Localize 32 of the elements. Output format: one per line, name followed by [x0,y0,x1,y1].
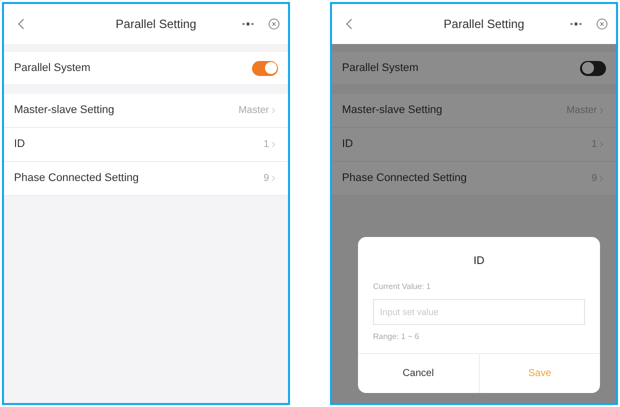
row-value: Master [238,104,269,118]
current-value-text: Current Value: 1 [373,281,432,293]
setting-row[interactable]: Master-slave Setting Master [4,94,288,128]
chevron-right-icon [597,174,606,183]
more-icon[interactable] [570,22,582,26]
dialog-title: ID [474,254,484,268]
screen-title: Parallel Setting [116,16,196,33]
row-label: Master-slave Setting [342,103,442,118]
toggle-switch[interactable] [252,60,278,76]
row-label: ID [14,137,25,152]
setting-row[interactable]: Phase Connected Setting 9 [4,162,288,196]
cancel-button[interactable]: Cancel [358,354,478,393]
row-label: ID [342,137,353,152]
row-value: 9 [263,172,269,186]
screen-title: Parallel Setting [444,16,524,33]
toggle-switch[interactable] [580,60,606,76]
row-label: Phase Connected Setting [14,171,139,186]
close-icon[interactable] [596,18,608,30]
chevron-right-icon [269,174,278,183]
row-label: Master-slave Setting [14,103,114,118]
row-label: Parallel System [342,60,418,76]
more-icon[interactable] [242,22,254,26]
row-label: Parallel System [14,60,90,76]
close-icon[interactable] [268,18,280,30]
row-value: 1 [263,138,269,152]
chevron-right-icon [269,106,278,115]
chevron-right-icon [269,140,278,149]
range-text: Range: 1 ~ 6 [373,331,420,343]
chevron-right-icon [597,106,606,115]
chevron-right-icon [597,140,606,149]
row-label: Phase Connected Setting [342,171,467,186]
setting-row[interactable]: ID 1 [4,128,288,162]
